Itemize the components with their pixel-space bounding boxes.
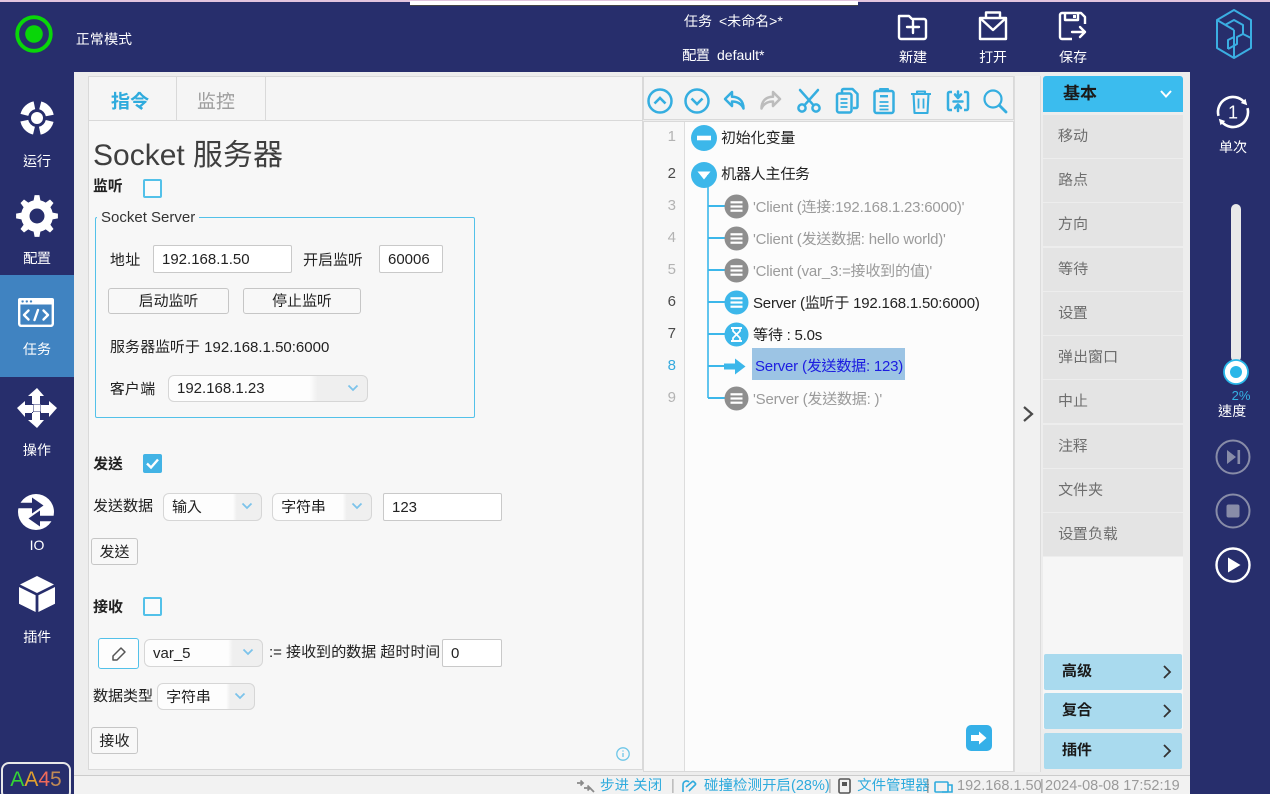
svg-text:1: 1: [1228, 103, 1238, 123]
